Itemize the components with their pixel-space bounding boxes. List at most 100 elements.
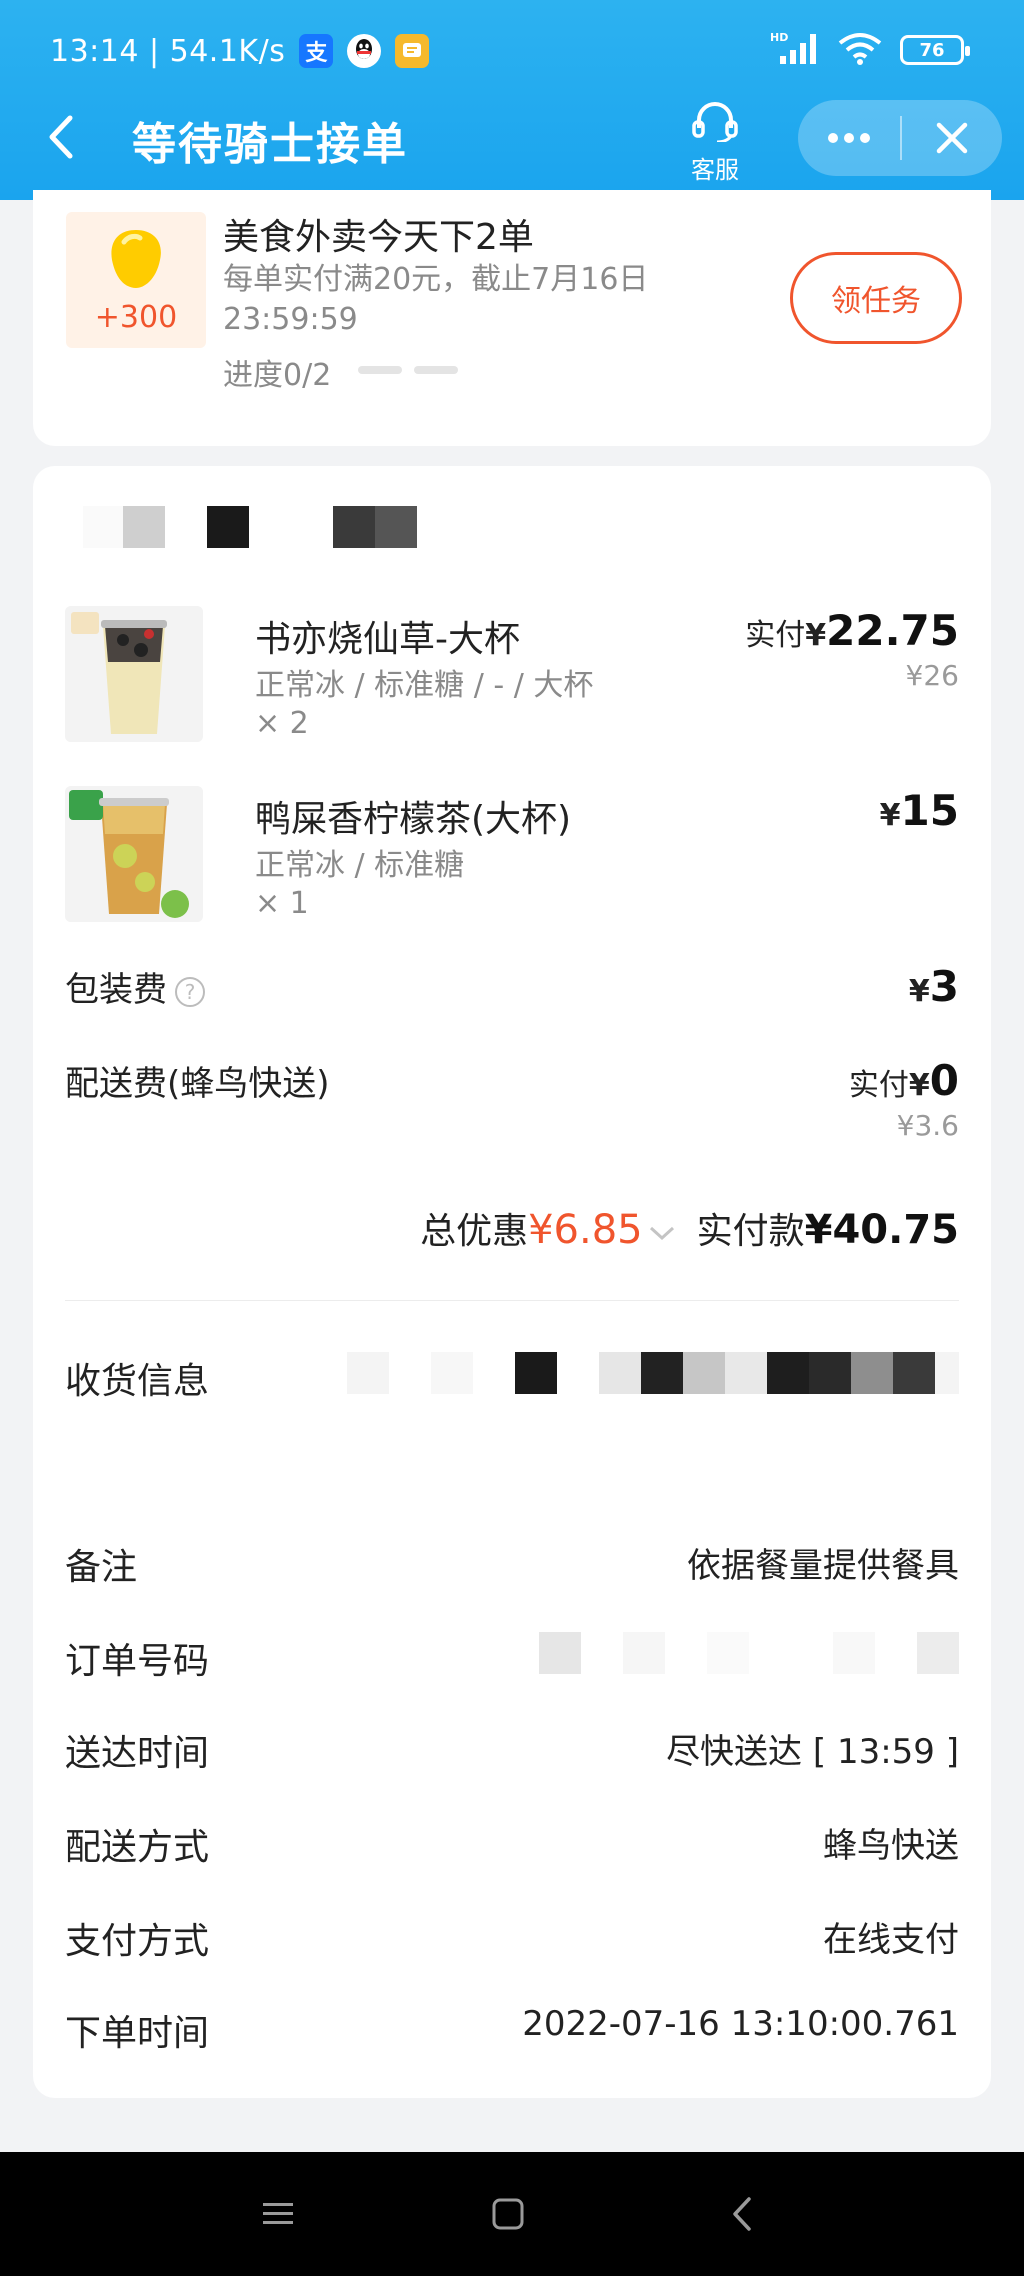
- item-spec: 正常冰 / 标准糖 / - / 大杯: [255, 668, 594, 703]
- system-back-button[interactable]: [712, 2188, 772, 2240]
- paid-price: 22.75: [826, 606, 959, 655]
- arrival-time-row: 送达时间 尽快送达 [ 13:59 ]: [65, 1724, 959, 1780]
- order-number-label: 订单号码: [65, 1641, 210, 1682]
- item-quantity: × 2: [255, 706, 309, 741]
- arrival-time-value: 尽快送达 [ 13:59 ]: [666, 1732, 959, 1772]
- original-price: ¥26: [905, 659, 959, 692]
- order-summary: 总优惠¥6.85 实付款¥40.75: [65, 1202, 959, 1262]
- redacted-shop-name: [83, 506, 417, 548]
- delivery-fee-label: 配送费(蜂鸟快送): [65, 1064, 330, 1104]
- order-item: 书亦烧仙草-大杯 正常冰 / 标准糖 / - / 大杯 × 2 实付¥22.75…: [65, 606, 959, 756]
- remark-row: 备注 依据餐量提供餐具: [65, 1538, 959, 1594]
- discount-value[interactable]: ¥6.85: [528, 1207, 643, 1253]
- back-button[interactable]: [42, 112, 82, 162]
- payment-method-label: 支付方式: [65, 1921, 210, 1962]
- delivery-original-price: ¥3.6: [896, 1109, 959, 1142]
- task-title: 美食外卖今天下2单: [223, 217, 534, 258]
- customer-service-button[interactable]: 客服: [680, 100, 750, 185]
- chevron-down-icon[interactable]: [647, 1223, 677, 1243]
- packaging-fee-value: ¥3: [909, 962, 959, 1011]
- home-button[interactable]: [478, 2188, 538, 2240]
- home-icon: [492, 2198, 524, 2230]
- currency-symbol: ¥: [908, 974, 930, 1009]
- total-value: ¥40.75: [804, 1207, 959, 1253]
- item-image: [65, 786, 203, 922]
- packaging-fee-text: 包装费: [65, 970, 167, 1010]
- headset-icon: [687, 102, 743, 146]
- order-card: 书亦烧仙草-大杯 正常冰 / 标准糖 / - / 大杯 × 2 实付¥22.75…: [33, 466, 991, 2098]
- remark-value: 依据餐量提供餐具: [687, 1546, 959, 1586]
- delivery-fee-row: 配送费(蜂鸟快送) 实付¥0 ¥3.6: [65, 1056, 959, 1166]
- redacted-order-number: [539, 1632, 959, 1674]
- help-icon[interactable]: ?: [175, 976, 205, 1007]
- close-icon: [936, 122, 968, 154]
- order-number-row: 订单号码: [65, 1632, 959, 1688]
- currency-symbol: ¥: [805, 618, 827, 653]
- currency-symbol: ¥: [879, 798, 901, 833]
- item-price: 实付¥22.75 ¥26: [745, 606, 959, 692]
- qq-icon: [347, 34, 382, 68]
- reward-badge: +300: [66, 212, 206, 348]
- delivery-method-row: 配送方式 蜂鸟快送: [65, 1818, 959, 1874]
- receiver-info-row: 收货信息: [65, 1352, 959, 1408]
- reward-amount: +300: [94, 300, 178, 335]
- item-quantity: × 1: [255, 886, 309, 921]
- mini-program-capsule: [798, 100, 1002, 176]
- app-header: 13:14 | 54.1K/s 支 HD 76 等待骑士接单 客服: [0, 0, 1024, 200]
- item-name: 鸭屎香柠檬茶(大杯): [255, 799, 572, 840]
- item-spec: 正常冰 / 标准糖: [255, 848, 465, 883]
- task-card: +300 美食外卖今天下2单 每单实付满20元，截止7月16日23:59:59 …: [33, 190, 991, 446]
- status-time-speed: 13:14 | 54.1K/s: [50, 33, 286, 69]
- battery-icon: 76: [900, 35, 970, 65]
- item-name: 书亦烧仙草-大杯: [255, 619, 520, 660]
- packaging-fee-label: 包装费?: [65, 962, 205, 1011]
- packaging-fee-row: 包装费? ¥3: [65, 962, 959, 1018]
- status-bar: 13:14 | 54.1K/s 支: [50, 30, 430, 72]
- progress-dot: [358, 366, 402, 374]
- system-nav-bar: [0, 2152, 1024, 2276]
- receiver-info-label: 收货信息: [65, 1361, 210, 1402]
- delivery-method-label: 配送方式: [65, 1827, 210, 1868]
- arrival-time-label: 送达时间: [65, 1733, 210, 1774]
- item-image: [65, 606, 203, 742]
- order-item: 鸭屎香柠檬茶(大杯) 正常冰 / 标准糖 × 1 ¥15: [65, 786, 959, 936]
- hd-badge: HD: [770, 31, 788, 44]
- close-button[interactable]: [902, 100, 1002, 176]
- claim-task-button[interactable]: 领任务: [790, 252, 962, 344]
- currency-symbol: ¥: [908, 1068, 930, 1103]
- progress-dot: [414, 366, 458, 374]
- bean-icon: [111, 230, 161, 288]
- delivery-method-value: 蜂鸟快送: [823, 1826, 959, 1866]
- more-button[interactable]: [798, 100, 900, 176]
- notification-icon: [395, 34, 430, 68]
- discount-label: 总优惠: [420, 1211, 529, 1252]
- menu-button[interactable]: [248, 2188, 308, 2240]
- remark-label: 备注: [65, 1547, 138, 1588]
- order-time-value: 2022-07-16 13:10:00.761: [522, 2004, 959, 2044]
- packaging-fee-amount: 3: [929, 962, 959, 1011]
- task-progress: 进度0/2: [223, 358, 332, 393]
- alipay-icon: 支: [299, 34, 334, 68]
- divider: [65, 1300, 959, 1301]
- wifi-icon: [838, 31, 882, 69]
- progress-indicator: [358, 366, 458, 374]
- delivery-fee-value: 实付¥0 ¥3.6: [849, 1056, 959, 1142]
- payment-method-value: 在线支付: [823, 1920, 959, 1960]
- redacted-receiver-info: [347, 1352, 959, 1394]
- more-icon: [828, 133, 870, 143]
- paid-label: 实付: [745, 618, 806, 653]
- delivery-fee-amount: 0: [929, 1056, 959, 1105]
- item-price: ¥15: [880, 786, 959, 835]
- total-label: 实付款: [696, 1211, 805, 1252]
- customer-service-label: 客服: [691, 156, 739, 184]
- task-description: 每单实付满20元，截止7月16日23:59:59: [223, 262, 649, 337]
- order-time-row: 下单时间 2022-07-16 13:10:00.761: [65, 2004, 959, 2060]
- signal-icon: HD: [770, 30, 820, 70]
- order-time-label: 下单时间: [65, 2013, 210, 2054]
- payment-method-row: 支付方式 在线支付: [65, 1912, 959, 1968]
- paid-price: 15: [900, 786, 959, 835]
- back-icon: [733, 2197, 751, 2231]
- menu-icon: [263, 2203, 293, 2224]
- page-title: 等待骑士接单: [132, 119, 408, 170]
- paid-label: 实付: [848, 1068, 909, 1103]
